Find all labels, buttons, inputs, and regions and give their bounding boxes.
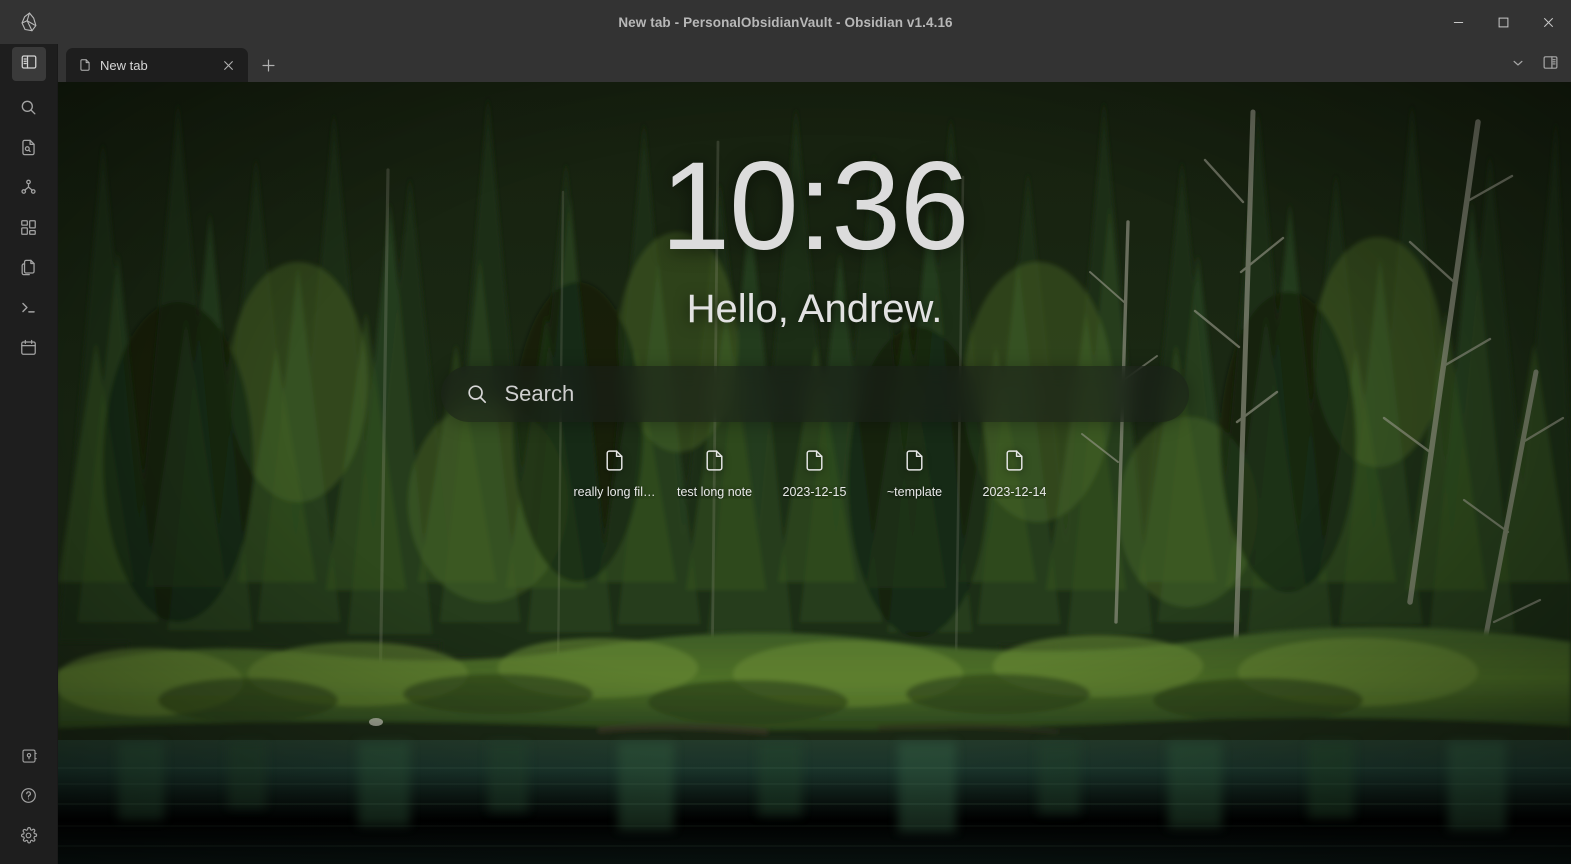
tab-list-dropdown-button[interactable]: [1503, 51, 1533, 79]
shortcut-item[interactable]: really long fil…: [565, 444, 665, 503]
new-tab-button[interactable]: [254, 51, 282, 79]
search-icon: [465, 382, 489, 406]
shortcut-item[interactable]: test long note: [665, 444, 765, 503]
main-area: New tab 10:36 Hello, Andrew. Search real…: [58, 44, 1571, 864]
sidebar-item-terminal[interactable]: [12, 293, 46, 327]
calendar-icon: [19, 338, 38, 362]
tab-close-button[interactable]: [218, 55, 238, 75]
shortcut-label: 2023-12-14: [982, 485, 1047, 499]
obsidian-logo-icon: [0, 0, 58, 44]
sidebar-left-icon: [20, 53, 38, 76]
gear-icon: [19, 826, 38, 850]
ribbon-bottom-group: [12, 738, 46, 864]
sidebar-item-calendar[interactable]: [12, 333, 46, 367]
sidebar-item-graph-view[interactable]: [12, 173, 46, 207]
sidebar-item-open-another-file[interactable]: [12, 253, 46, 287]
shortcut-label: test long note: [676, 485, 753, 499]
file-icon: [78, 58, 92, 72]
file-search-icon: [19, 138, 38, 162]
tab-label: New tab: [100, 57, 148, 73]
file-icon: [902, 448, 927, 478]
toggle-right-sidebar-button[interactable]: [1535, 51, 1565, 79]
file-icon: [702, 448, 727, 478]
obsidian-window: New tab - PersonalObsidianVault - Obsidi…: [0, 0, 1571, 864]
sidebar-item-open-vault[interactable]: [12, 741, 46, 775]
sidebar-item-file-search[interactable]: [12, 133, 46, 167]
file-icon: [602, 448, 627, 478]
canvas-grid-icon: [19, 218, 38, 242]
new-tab-content: 10:36 Hello, Andrew. Search really long …: [58, 82, 1571, 864]
clock: 10:36: [660, 137, 970, 276]
tab-bar: New tab: [58, 44, 1571, 82]
copy-files-icon: [19, 258, 38, 282]
shortcut-item[interactable]: ~template: [865, 444, 965, 503]
sidebar-item-toggle-left-sidebar[interactable]: [11, 47, 46, 81]
window-title: New tab - PersonalObsidianVault - Obsidi…: [618, 14, 953, 30]
shortcut-label: 2023-12-15: [782, 485, 847, 499]
tab-new-tab[interactable]: New tab: [66, 48, 248, 82]
sidebar-item-canvas[interactable]: [12, 213, 46, 247]
sidebar-item-settings[interactable]: [12, 821, 46, 855]
window-body: New tab 10:36 Hello, Andrew. Search real…: [0, 44, 1571, 864]
sidebar-right-icon: [1542, 54, 1559, 76]
shortcut-item[interactable]: 2023-12-15: [765, 444, 865, 503]
title-bar: New tab - PersonalObsidianVault - Obsidi…: [0, 0, 1571, 44]
vault-icon: [20, 747, 38, 770]
ribbon-top-group: [11, 44, 46, 370]
shortcut-label: ~template: [886, 485, 943, 499]
search-icon: [19, 98, 38, 122]
recent-files-shortcuts: really long fil… test long note 2023-12-…: [565, 444, 1065, 503]
tab-bar-actions: [1503, 51, 1565, 79]
chevron-down-icon: [1511, 56, 1525, 75]
greeting-text: Hello, Andrew.: [686, 287, 943, 331]
sidebar-item-search[interactable]: [12, 93, 46, 127]
new-tab-canvas: 10:36 Hello, Andrew. Search really long …: [58, 82, 1571, 864]
window-controls: [1436, 0, 1571, 44]
shortcut-item[interactable]: 2023-12-14: [965, 444, 1065, 503]
left-ribbon: [0, 44, 58, 864]
help-question-icon: [19, 786, 38, 810]
graph-icon: [19, 178, 38, 202]
search-input[interactable]: [504, 381, 1165, 407]
terminal-icon: [19, 298, 38, 322]
search-bar[interactable]: [440, 366, 1189, 422]
file-icon: [1002, 448, 1027, 478]
shortcut-label: really long fil…: [573, 485, 656, 499]
maximize-button[interactable]: [1481, 0, 1526, 44]
close-button[interactable]: [1526, 0, 1571, 44]
file-icon: [802, 448, 827, 478]
sidebar-item-help[interactable]: [12, 781, 46, 815]
minimize-button[interactable]: [1436, 0, 1481, 44]
